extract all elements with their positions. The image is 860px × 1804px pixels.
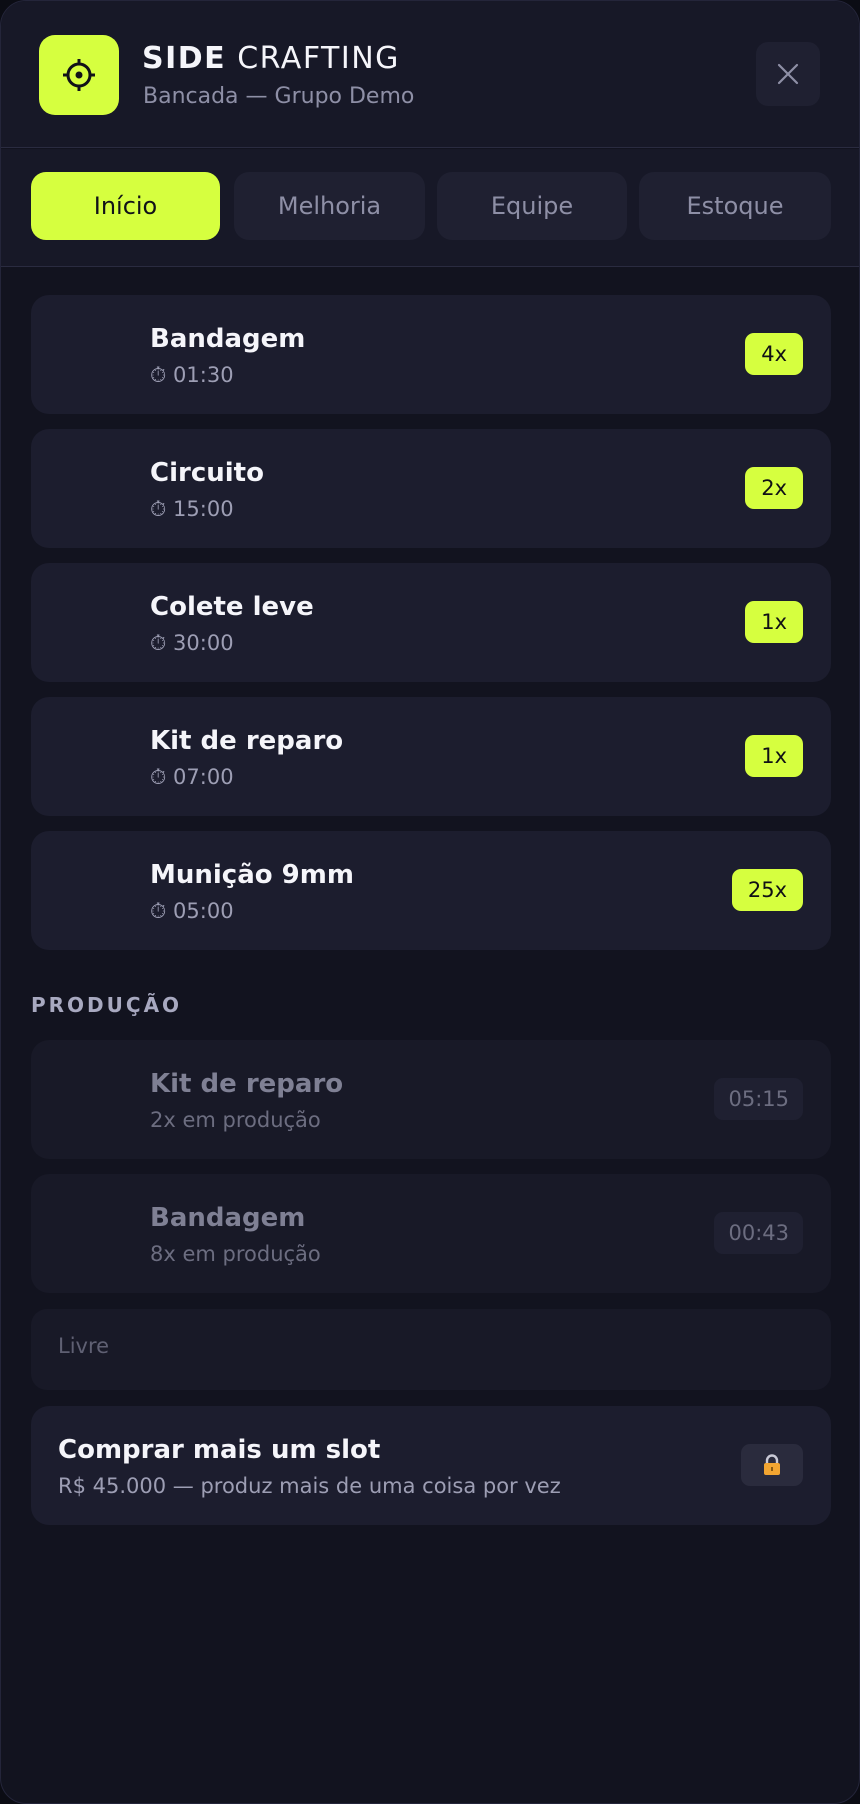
recipe-name: Colete leve [150, 592, 314, 622]
recipe-card[interactable]: Munição 9mm ⏱ 05:00 25x [31, 831, 831, 950]
free-slot-label: Livre [58, 1334, 110, 1358]
production-timer: 00:43 [714, 1212, 803, 1254]
close-icon [777, 63, 799, 85]
tab-equipe[interactable]: Equipe [437, 172, 627, 240]
app-title: SIDE CRAFTING [142, 41, 400, 76]
recipe-card[interactable]: Colete leve ⏱ 30:00 1x [31, 563, 831, 682]
buy-slot-button[interactable]: Comprar mais um slot R$ 45.000 — produz … [31, 1406, 831, 1525]
recipe-time: ⏱ 07:00 [150, 765, 234, 789]
recipe-qty-badge: 4x [745, 333, 803, 375]
production-slot: Kit de reparo 2x em produção 05:15 [31, 1040, 831, 1159]
recipe-time: ⏱ 30:00 [150, 631, 234, 655]
recipe-name: Bandagem [150, 324, 306, 354]
recipe-name: Kit de reparo [150, 726, 344, 756]
app-subtitle: Bancada — Grupo Demo [143, 84, 415, 109]
logo [39, 35, 119, 115]
production-timer: 05:15 [714, 1078, 803, 1120]
recipe-qty-badge: 2x [745, 467, 803, 509]
recipe-card[interactable]: Kit de reparo ⏱ 07:00 1x [31, 697, 831, 816]
buy-slot-description: R$ 45.000 — produz mais de uma coisa por… [58, 1474, 561, 1498]
recipe-name: Munição 9mm [150, 860, 354, 890]
tab-bar: Início Melhoria Equipe Estoque [1, 149, 859, 267]
header: SIDE CRAFTING Bancada — Grupo Demo [1, 1, 859, 148]
brand-strong: SIDE [142, 41, 227, 76]
recipe-time: ⏱ 15:00 [150, 497, 234, 521]
recipe-qty-badge: 1x [745, 735, 803, 777]
production-item-name: Kit de reparo [150, 1069, 344, 1099]
recipe-time: ⏱ 01:30 [150, 363, 234, 387]
lock-badge [741, 1444, 803, 1486]
recipe-card[interactable]: Bandagem ⏱ 01:30 4x [31, 295, 831, 414]
crafting-panel: SIDE CRAFTING Bancada — Grupo Demo Iníci… [0, 0, 860, 1804]
tab-estoque[interactable]: Estoque [639, 172, 831, 240]
tab-melhoria[interactable]: Melhoria [234, 172, 425, 240]
production-item-status: 2x em produção [150, 1108, 321, 1132]
tab-inicio[interactable]: Início [31, 172, 220, 240]
production-item-name: Bandagem [150, 1203, 306, 1233]
recipe-time: ⏱ 05:00 [150, 899, 234, 923]
production-item-status: 8x em produção [150, 1242, 321, 1266]
recipe-card[interactable]: Circuito ⏱ 15:00 2x [31, 429, 831, 548]
close-button[interactable] [756, 42, 820, 106]
brand-light: CRAFTING [237, 41, 400, 76]
recipe-qty-badge: 25x [731, 869, 803, 911]
free-slot: Livre [31, 1309, 831, 1390]
production-slot: Bandagem 8x em produção 00:43 [31, 1174, 831, 1293]
buy-slot-title: Comprar mais um slot [58, 1435, 381, 1465]
lock-icon [764, 1454, 780, 1475]
production-section-label: PRODUÇÃO [31, 993, 183, 1017]
recipe-qty-badge: 1x [745, 601, 803, 643]
recipe-name: Circuito [150, 458, 264, 488]
gear-target-icon [63, 59, 95, 91]
